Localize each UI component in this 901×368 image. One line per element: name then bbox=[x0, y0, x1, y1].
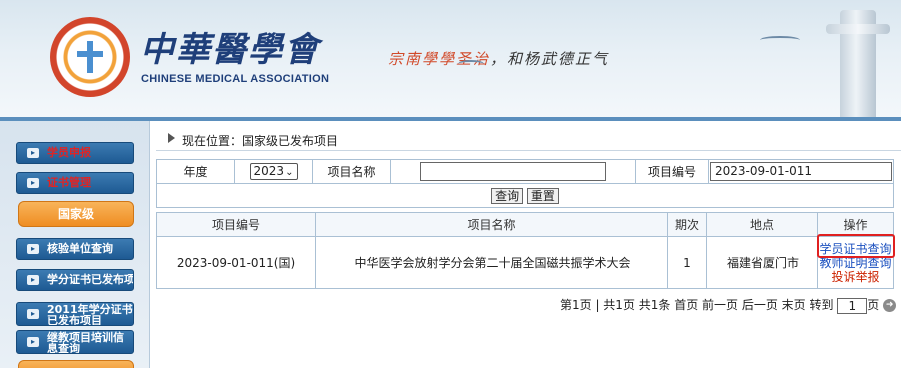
bird-decoration-icon bbox=[458, 60, 484, 68]
teacher-certificate-query-link[interactable]: 教师证明查询 bbox=[818, 256, 893, 270]
session-cell: 1 bbox=[667, 236, 707, 289]
column-header: 项目编号 bbox=[156, 212, 316, 237]
arrow-right-icon: ▸ bbox=[27, 275, 39, 285]
column-header: 期次 bbox=[667, 212, 707, 237]
arrow-right-icon: ▸ bbox=[27, 148, 39, 158]
go-arrow-icon[interactable]: ➜ bbox=[883, 299, 897, 312]
chevron-down-icon: ⌄ bbox=[285, 167, 294, 178]
sidebar-item-verify-unit[interactable]: ▸ 核验单位查询 bbox=[16, 238, 134, 260]
pagination-text: 第1页 | 共1页 共1条 首页 前一页 后一页 末页 转到 bbox=[560, 298, 834, 312]
project-name-cell: 中华医学会放射学分会第二十届全国磁共振学术大会 bbox=[315, 236, 668, 289]
pillar-cap-decoration bbox=[826, 24, 890, 34]
bird-decoration-icon bbox=[760, 36, 800, 44]
header-slogan: 宗南學學圣治，和杨武德正气 bbox=[388, 50, 610, 68]
arrow-right-icon: ▸ bbox=[27, 309, 39, 319]
sidebar-footer-tab bbox=[18, 360, 134, 368]
sidebar-item-training-info[interactable]: ▸ 继教项目培训信息查询 bbox=[16, 330, 134, 354]
query-button[interactable]: 查询 bbox=[491, 187, 524, 204]
breadcrumb-divider bbox=[156, 150, 901, 151]
year-select[interactable]: 2023 ⌄ bbox=[249, 163, 298, 180]
table-row: 2023-09-01-011(国) 中华医学会放射学分会第二十届全国磁共振学术大… bbox=[156, 236, 894, 289]
project-code-label: 项目编号 bbox=[635, 159, 709, 184]
project-name-input[interactable] bbox=[420, 162, 606, 181]
arrow-right-icon: ▸ bbox=[27, 178, 39, 188]
location-cell: 福建省厦门市 bbox=[706, 236, 818, 289]
student-certificate-query-link[interactable]: 学员证书查询 bbox=[818, 242, 893, 256]
pagination: 第1页 | 共1页 共1条 首页 前一页 后一页 末页 转到 1页 ➜ bbox=[560, 296, 897, 314]
project-name-label: 项目名称 bbox=[312, 159, 391, 184]
breadcrumb-text: 现在位置：国家级已发布项目 bbox=[182, 134, 339, 148]
column-header: 操作 bbox=[817, 212, 894, 237]
logo-english-name: CHINESE MEDICAL ASSOCIATION bbox=[141, 73, 330, 85]
page-suffix: 页 bbox=[867, 298, 880, 312]
site-header: 中華醫學會 CHINESE MEDICAL ASSOCIATION 宗南學學圣治… bbox=[0, 0, 901, 121]
sidebar-item-certificate-manage[interactable]: ▸ 证书管理 bbox=[16, 172, 134, 194]
search-form: 年度 2023 ⌄ 项目名称 项目编号 2023-09-01-011 查询 重置 bbox=[156, 159, 894, 208]
column-header: 地点 bbox=[706, 212, 818, 237]
project-code-input[interactable]: 2023-09-01-011 bbox=[710, 162, 892, 181]
logo-chinese-name: 中華醫學會 bbox=[140, 30, 320, 70]
results-table: 项目编号 项目名称 期次 地点 操作 2023-09-01-011(国) 中华医… bbox=[156, 212, 894, 289]
association-logo-icon bbox=[50, 17, 130, 97]
actions-cell: 学员证书查询 教师证明查询 投诉举报 bbox=[817, 236, 894, 289]
sidebar-item-credit-published[interactable]: ▸ 学分证书已发布项 bbox=[16, 269, 134, 291]
arrow-right-icon: ▸ bbox=[27, 244, 39, 254]
column-header: 项目名称 bbox=[315, 212, 668, 237]
table-header-row: 项目编号 项目名称 期次 地点 操作 bbox=[156, 212, 894, 237]
breadcrumb: 现在位置：国家级已发布项目 bbox=[156, 128, 901, 150]
sidebar-item-2011-credit[interactable]: ▸ 2011年学分证书已发布项目 bbox=[16, 302, 134, 326]
complaint-report-link[interactable]: 投诉举报 bbox=[818, 270, 893, 284]
sidebar-item-student-declare[interactable]: ▸ 学员申报 bbox=[16, 142, 134, 164]
triangle-right-icon bbox=[168, 133, 175, 143]
page-number-input[interactable]: 1 bbox=[837, 297, 868, 314]
project-code-cell: 2023-09-01-011(国) bbox=[156, 236, 316, 289]
arrow-right-icon: ▸ bbox=[27, 337, 39, 347]
reset-button[interactable]: 重置 bbox=[526, 187, 559, 204]
year-label: 年度 bbox=[156, 159, 235, 184]
sidebar-item-national-level[interactable]: 国家级 bbox=[18, 201, 134, 227]
